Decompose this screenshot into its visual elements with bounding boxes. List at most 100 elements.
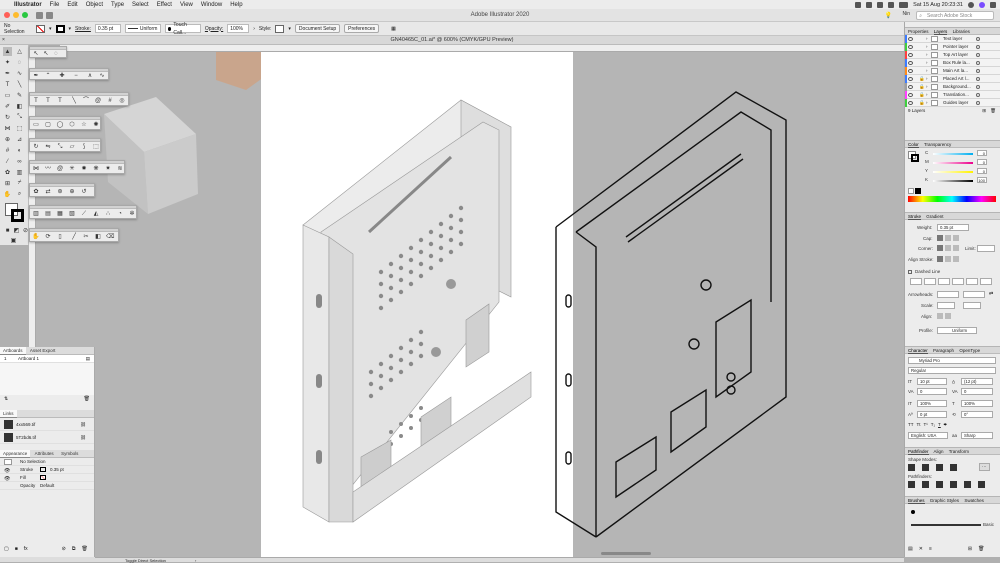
selection-tool-icon[interactable]: ▲ [3, 47, 12, 56]
tab-transparency[interactable]: Transparency [924, 142, 951, 147]
menu-window[interactable]: Window [201, 2, 222, 8]
menu-help[interactable]: Help [230, 2, 242, 8]
dash-field[interactable] [938, 278, 950, 285]
round-cap-button[interactable] [945, 235, 951, 241]
stroke-swatch[interactable] [40, 467, 46, 472]
lasso-tool-icon[interactable]: ◌ [52, 50, 60, 58]
chevron-right-icon[interactable]: › [926, 59, 928, 67]
tab-graphic-styles[interactable]: Graphic Styles [930, 498, 959, 503]
appearance-stroke-row[interactable]: 👁 Stroke 0.35 pt [0, 466, 94, 474]
current-tool-hint[interactable]: Toggle Direct Selection [125, 558, 166, 563]
new-brush-icon[interactable]: ⊞ [968, 546, 972, 552]
paintbrush-tool-icon[interactable]: ✎ [15, 91, 24, 100]
layer-target-icon[interactable] [976, 53, 980, 57]
chevron-right-icon[interactable]: › [926, 91, 928, 99]
type-tool-icon[interactable]: T [3, 80, 12, 89]
limit-input[interactable] [977, 245, 995, 252]
bloat-tool-icon[interactable]: ✸ [80, 165, 88, 173]
exclude-button[interactable] [950, 464, 957, 471]
blend-tool-icon[interactable]: ∞ [15, 157, 24, 166]
symbol-sizer-tool-icon[interactable]: ⊕ [68, 188, 76, 196]
horizontal-ruler[interactable] [60, 45, 904, 52]
stroke-swatch[interactable] [55, 24, 65, 33]
shape-builder-tool-icon[interactable]: ⊕ [3, 135, 12, 144]
perspective-grid-tool-icon[interactable]: ⊿ [15, 135, 24, 144]
stroke-weight-field[interactable]: 0.35 pt [94, 24, 121, 33]
appearance-opacity-row[interactable]: Opacity Default [0, 482, 94, 490]
duplicate-item-icon[interactable]: ⧉ [72, 546, 76, 554]
gap-field[interactable] [980, 278, 992, 285]
grid-tool-icon[interactable]: # [106, 97, 114, 105]
tab-paragraph[interactable]: Paragraph [933, 348, 954, 353]
dropbox-icon[interactable] [866, 1, 873, 8]
arrange-documents-icon[interactable]: ▦ [391, 26, 396, 32]
stroke-weight-input[interactable]: 0.35 pt [937, 224, 969, 231]
symbol-shifter-tool-icon[interactable]: ⇄ [44, 188, 52, 196]
free-transform-tool-icon[interactable]: ⬚ [92, 143, 100, 151]
layer-target-icon[interactable] [976, 93, 980, 97]
lightbulb-icon[interactable]: 💡 [885, 12, 892, 19]
visibility-eye-icon[interactable] [908, 69, 913, 73]
chevron-right-icon[interactable]: › [926, 67, 928, 75]
anchor-point-tool-icon[interactable]: ⌃ [44, 72, 52, 80]
strikethrough-button[interactable]: T [944, 422, 947, 427]
lock-icon[interactable]: 🔒 [919, 75, 925, 83]
delete-artboard-icon[interactable]: 🗑 [84, 396, 90, 402]
visibility-eye-icon[interactable] [908, 93, 913, 97]
line-tool-icon[interactable]: ╲ [70, 97, 78, 105]
palette-grip[interactable] [30, 206, 136, 209]
black-swatch[interactable] [915, 188, 921, 194]
layer-row[interactable]: › Text layer [905, 35, 1000, 43]
rearrange-artboards-icon[interactable]: ⇅ [4, 396, 8, 402]
knife-tool-icon[interactable]: ╱ [70, 233, 78, 241]
yellow-value[interactable]: 0 [977, 168, 987, 174]
visibility-eye-icon[interactable] [908, 45, 913, 49]
miter-join-button[interactable] [937, 245, 943, 251]
cyan-slider[interactable] [933, 153, 973, 155]
notification-center-icon[interactable] [990, 1, 996, 8]
layer-target-icon[interactable] [976, 69, 980, 73]
new-layer-icon[interactable]: ⊞ [982, 107, 986, 115]
magenta-slider[interactable] [933, 162, 973, 164]
star-tool-icon[interactable]: ☆ [80, 121, 88, 129]
horizontal-scale-input[interactable]: 100% [961, 400, 993, 407]
stock-search-input[interactable]: Search Adobe Stock [916, 11, 994, 20]
character-rotation-input[interactable]: 0° [961, 411, 993, 418]
lock-icon[interactable]: 🔒 [919, 83, 925, 91]
twirl-tool-icon[interactable]: @ [56, 165, 64, 173]
language-select[interactable]: English: USA [908, 432, 948, 439]
brush-definition[interactable]: Touch Call... [164, 22, 201, 36]
scissors-tool-icon[interactable]: ✂ [82, 233, 90, 241]
link-row[interactable]: 4xx569.tif ⛓ [0, 418, 94, 431]
direct-selection-tool-icon[interactable]: △ [15, 47, 24, 56]
tab-character[interactable]: Character [908, 348, 928, 354]
lasso-tool-icon[interactable]: ◌ [15, 58, 24, 67]
layer-row[interactable]: › Main Art la... [905, 67, 1000, 75]
visibility-eye-icon[interactable] [908, 77, 913, 81]
symbol-sprayer-tool-icon[interactable]: ✿ [3, 168, 12, 177]
kerning-input[interactable]: 0 [917, 388, 947, 395]
visibility-eye-icon[interactable] [908, 101, 913, 105]
scale-tool-icon[interactable]: ⤡ [15, 113, 24, 122]
tab-attributes[interactable]: Attributes [32, 450, 57, 457]
visibility-eye-icon[interactable] [908, 37, 913, 41]
align-outside-button[interactable] [953, 256, 959, 262]
font-size-input[interactable]: 10 pt [917, 378, 947, 385]
crystallize-tool-icon[interactable]: ✷ [104, 165, 112, 173]
link-row[interactable]: 5T2bd6.tif ⛓ [0, 431, 94, 444]
palette-grip[interactable] [30, 161, 124, 164]
anti-aliasing-select[interactable]: Sharp [961, 432, 993, 439]
merge-button[interactable] [936, 481, 943, 488]
subscript-button[interactable]: T₁ [931, 422, 935, 427]
font-family-select[interactable]: Myriad Pro [908, 357, 996, 364]
yellow-slider[interactable] [933, 171, 973, 173]
layer-row[interactable]: 🔒 › Background... [905, 83, 1000, 91]
vertical-scale-input[interactable]: 100% [917, 400, 947, 407]
screen-mode-icon[interactable]: ▣ [9, 236, 18, 245]
reflect-tool-icon[interactable]: ⇋ [44, 143, 52, 151]
tab-symbols[interactable]: Symbols [58, 450, 81, 457]
curvature-tool-icon[interactable]: ∿ [15, 69, 24, 78]
path-eraser-tool-icon[interactable]: ⌫ [106, 233, 114, 241]
add-fill-icon[interactable]: ■ [15, 546, 18, 554]
graphic-style-swatch[interactable] [275, 24, 285, 33]
